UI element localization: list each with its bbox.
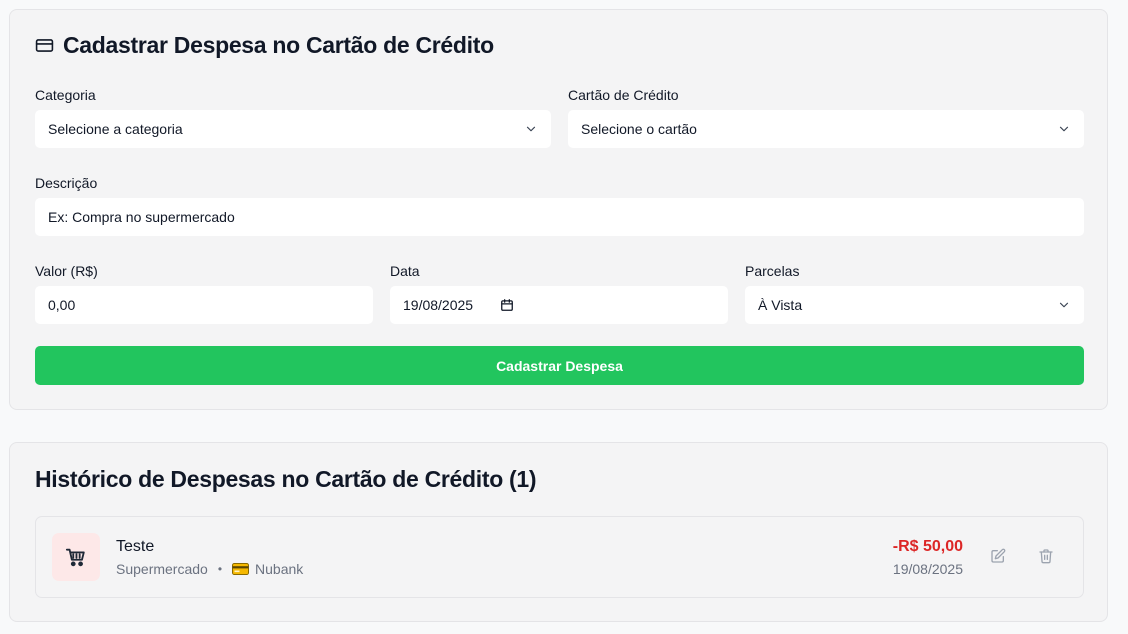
description-field: Descrição bbox=[35, 175, 1084, 236]
category-label: Categoria bbox=[35, 87, 96, 103]
history-title: Histórico de Despesas no Cartão de Crédi… bbox=[35, 466, 536, 493]
submit-expense-button[interactable]: Cadastrar Despesa bbox=[35, 346, 1084, 385]
meta-separator: • bbox=[217, 562, 223, 576]
expense-name: Teste bbox=[116, 538, 155, 555]
credit-card-icon bbox=[35, 36, 54, 55]
installments-label: Parcelas bbox=[745, 263, 800, 279]
expense-card-name: Nubank bbox=[255, 561, 304, 577]
description-input-wrapper bbox=[35, 198, 1084, 236]
chevron-down-icon bbox=[1059, 126, 1069, 132]
form-header: Cadastrar Despesa no Cartão de Crédito bbox=[35, 32, 494, 59]
calendar-icon[interactable] bbox=[500, 298, 514, 312]
expense-date: 19/08/2025 bbox=[892, 561, 963, 577]
amount-input[interactable] bbox=[48, 297, 360, 313]
chevron-down-icon bbox=[526, 126, 536, 132]
category-field: Categoria Selecione a categoria bbox=[35, 87, 551, 148]
installments-field: Parcelas À Vista bbox=[745, 263, 1084, 324]
form-title: Cadastrar Despesa no Cartão de Crédito bbox=[63, 32, 494, 58]
description-input[interactable] bbox=[48, 209, 1071, 225]
shopping-cart-icon bbox=[52, 533, 100, 581]
expense-amount: -R$ 50,00 bbox=[892, 538, 963, 555]
edit-icon[interactable] bbox=[988, 546, 1008, 566]
expense-category: Supermercado bbox=[116, 561, 208, 577]
trash-icon[interactable] bbox=[1036, 546, 1056, 566]
category-select[interactable]: Selecione a categoria bbox=[35, 110, 551, 148]
history-title-text: Histórico de Despesas no Cartão de Crédi… bbox=[35, 466, 503, 492]
amount-label: Valor (R$) bbox=[35, 263, 98, 279]
date-input[interactable]: 19/08/2025 bbox=[390, 286, 728, 324]
amount-field: Valor (R$) bbox=[35, 263, 373, 324]
description-label: Descrição bbox=[35, 175, 98, 191]
date-label: Data bbox=[390, 263, 420, 279]
installments-select-value: À Vista bbox=[758, 297, 803, 313]
credit-card-label: Cartão de Crédito bbox=[568, 87, 679, 103]
credit-card-field: Cartão de Crédito Selecione o cartão bbox=[568, 87, 1084, 148]
credit-card-select-value: Selecione o cartão bbox=[581, 121, 697, 137]
credit-card-icon bbox=[232, 563, 250, 575]
expense-list-item: Teste Supermercado • Nubank -R$ 50,00 19… bbox=[35, 516, 1084, 598]
credit-card-select[interactable]: Selecione o cartão bbox=[568, 110, 1084, 148]
amount-input-wrapper bbox=[35, 286, 373, 324]
category-select-value: Selecione a categoria bbox=[48, 121, 183, 137]
installments-select[interactable]: À Vista bbox=[745, 286, 1084, 324]
expense-form-card: Cadastrar Despesa no Cartão de Crédito C… bbox=[9, 9, 1108, 410]
history-count: (1) bbox=[508, 466, 537, 492]
expense-meta: Supermercado • Nubank bbox=[116, 561, 303, 577]
chevron-down-icon bbox=[1059, 302, 1069, 308]
expense-history-card: Histórico de Despesas no Cartão de Crédi… bbox=[9, 442, 1108, 622]
date-field: Data 19/08/2025 bbox=[390, 263, 728, 324]
date-input-value: 19/08/2025 bbox=[403, 297, 474, 313]
